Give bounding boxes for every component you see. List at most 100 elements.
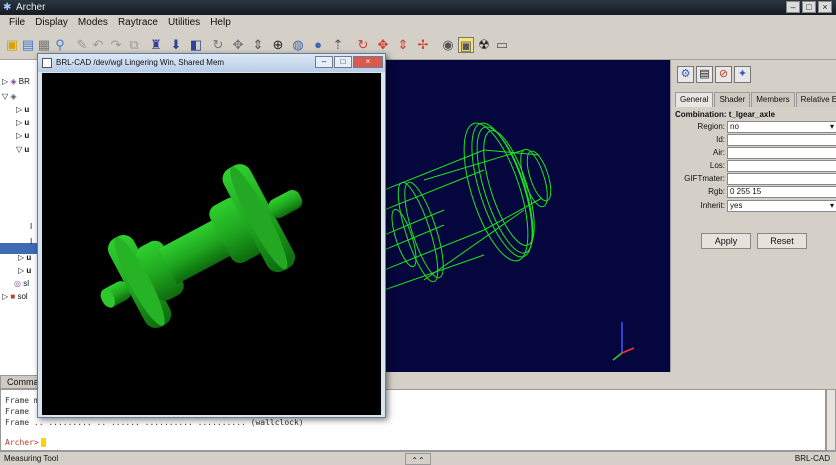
los-label: Los: <box>709 161 725 170</box>
translate-icon[interactable]: ✥ <box>230 37 246 53</box>
minimize-button[interactable]: – <box>786 1 800 13</box>
id-row: Id: <box>675 134 836 146</box>
scale-edit-icon[interactable]: ⇕ <box>395 37 411 53</box>
combination-line: Combination: t_lgear_axle <box>675 110 775 119</box>
tree-item[interactable]: ▷ u <box>18 265 31 277</box>
region-row: Region: no <box>675 121 836 133</box>
no-edit-icon[interactable]: ⊘ <box>715 66 732 83</box>
tab-members[interactable]: Members <box>751 92 795 107</box>
status-text: Measuring Tool <box>4 454 59 463</box>
radiation-icon[interactable]: ☢ <box>476 37 492 53</box>
render-icon[interactable]: ▣ <box>458 37 474 53</box>
window-icon[interactable]: ▭ <box>494 37 510 53</box>
menu-utilities[interactable]: Utilities <box>163 15 205 32</box>
axis-gizmo <box>612 322 635 361</box>
menu-bar: File Display Modes Raytrace Utilities He… <box>0 15 836 32</box>
status-right: BRL-CAD <box>794 454 830 463</box>
tree-item[interactable]: ▷ ◈ BR <box>2 76 30 88</box>
maximize-button[interactable]: □ <box>802 1 816 13</box>
property-tabs: General Shader Members Relative Edit <box>675 92 836 107</box>
down-arrow-icon[interactable]: ⬇ <box>168 37 184 53</box>
console-line: Frame .. ......... .. ...... .......... … <box>5 418 304 427</box>
table-icon[interactable]: ▤ <box>696 66 713 83</box>
air-field[interactable] <box>727 147 836 159</box>
settings-icon[interactable]: ✦ <box>734 66 751 83</box>
cube-icon[interactable]: ◧ <box>188 37 204 53</box>
minimize-button[interactable]: – <box>315 56 333 68</box>
tree-item[interactable]: ▷ u <box>16 117 29 129</box>
sphere-icon[interactable]: ● <box>310 37 326 53</box>
region-label: Region: <box>697 122 725 131</box>
tree-item[interactable]: I <box>30 221 32 233</box>
rgb-label: Rgb: <box>708 187 725 196</box>
edit-icon[interactable]: ✎ <box>74 37 90 53</box>
raytrace-title-bar[interactable]: BRL-CAD /dev/wgl Lingering Win, Shared M… <box>38 54 385 72</box>
tab-general[interactable]: General <box>675 92 714 107</box>
raytrace-window[interactable]: BRL-CAD /dev/wgl Lingering Win, Shared M… <box>37 53 386 418</box>
menu-modes[interactable]: Modes <box>73 15 113 32</box>
move-edit-icon[interactable]: ✥ <box>375 37 391 53</box>
air-label: Air: <box>713 148 725 157</box>
crosshair-icon[interactable]: ⊕ <box>270 37 286 53</box>
tab-shader[interactable]: Shader <box>714 92 751 107</box>
inherit-select[interactable]: yes <box>727 200 836 212</box>
window-icon <box>42 58 52 68</box>
rendered-axle <box>100 164 303 328</box>
inherit-label: Inherit: <box>700 201 725 210</box>
raytrace-canvas <box>42 73 381 415</box>
menu-file[interactable]: File <box>4 15 30 32</box>
center-edit-icon[interactable]: ✢ <box>415 37 431 53</box>
raytrace-title: BRL-CAD /dev/wgl Lingering Win, Shared M… <box>56 58 225 67</box>
menu-display[interactable]: Display <box>30 15 73 32</box>
panel-splitter[interactable]: ⌃⌃ <box>405 453 431 465</box>
giftmater-field[interactable] <box>727 173 836 185</box>
wireframe-viewport[interactable] <box>383 60 670 372</box>
undo-icon[interactable]: ↶ <box>90 37 106 53</box>
status-bar: Measuring Tool ⌃⌃ BRL-CAD <box>0 451 836 465</box>
pointer-icon[interactable]: ⇡ <box>330 37 346 53</box>
apply-button[interactable]: Apply <box>701 233 751 249</box>
tree-item[interactable]: ▷ u <box>18 252 31 264</box>
tree-item[interactable]: I <box>30 236 32 248</box>
copy-icon[interactable]: ⧉ <box>126 37 142 53</box>
tree-view-icon[interactable]: ⚙ <box>677 66 694 83</box>
close-button[interactable]: × <box>818 1 832 13</box>
search-icon[interactable]: ⚲ <box>52 37 68 53</box>
console-scrollbar[interactable] <box>826 389 836 451</box>
console-line: Frame <box>5 407 30 416</box>
reset-button[interactable]: Reset <box>757 233 807 249</box>
menu-help[interactable]: Help <box>205 15 236 32</box>
tree-item[interactable]: ▽ ◈ <box>2 91 17 103</box>
rotate-icon[interactable]: ↻ <box>210 37 226 53</box>
open-icon[interactable]: ▤ <box>20 37 36 53</box>
giftmater-label: GIFTmater: <box>684 174 725 183</box>
tree-item[interactable]: ▷ u <box>16 104 29 116</box>
los-field[interactable] <box>727 160 836 172</box>
wireframe-model <box>383 122 635 361</box>
new-icon[interactable]: ▣ <box>4 37 20 53</box>
tree-item[interactable]: ▽ u <box>16 144 29 156</box>
tree-item[interactable]: ▷ u <box>16 130 29 142</box>
tab-relative-edit[interactable]: Relative Edit <box>795 92 836 107</box>
rotate-edit-icon[interactable]: ↻ <box>355 37 371 53</box>
menu-raytrace[interactable]: Raytrace <box>113 15 163 32</box>
id-label: Id: <box>716 135 725 144</box>
tree-item[interactable]: ◎ sl <box>14 278 29 290</box>
object-icon[interactable]: ♜ <box>148 37 164 53</box>
close-button[interactable]: × <box>353 56 383 68</box>
save-icon[interactable]: ▦ <box>36 37 52 53</box>
rgb-field[interactable]: 0 255 15 <box>727 186 836 198</box>
globe-icon[interactable]: ◍ <box>290 37 306 53</box>
scale-icon[interactable]: ⇕ <box>250 37 266 53</box>
maximize-button[interactable]: □ <box>334 56 352 68</box>
id-field[interactable] <box>727 134 836 146</box>
redo-icon[interactable]: ↷ <box>108 37 124 53</box>
los-row: Los: <box>675 160 836 172</box>
air-row: Air: <box>675 147 836 159</box>
region-select[interactable]: no <box>727 121 836 133</box>
raytrace-icon[interactable]: ◉ <box>440 37 456 53</box>
tree-item[interactable]: ▷ ■ sol <box>2 291 28 303</box>
command-prompt[interactable]: Archer> <box>5 438 46 447</box>
combination-name: t_lgear_axle <box>728 110 776 119</box>
text-cursor <box>40 438 46 447</box>
